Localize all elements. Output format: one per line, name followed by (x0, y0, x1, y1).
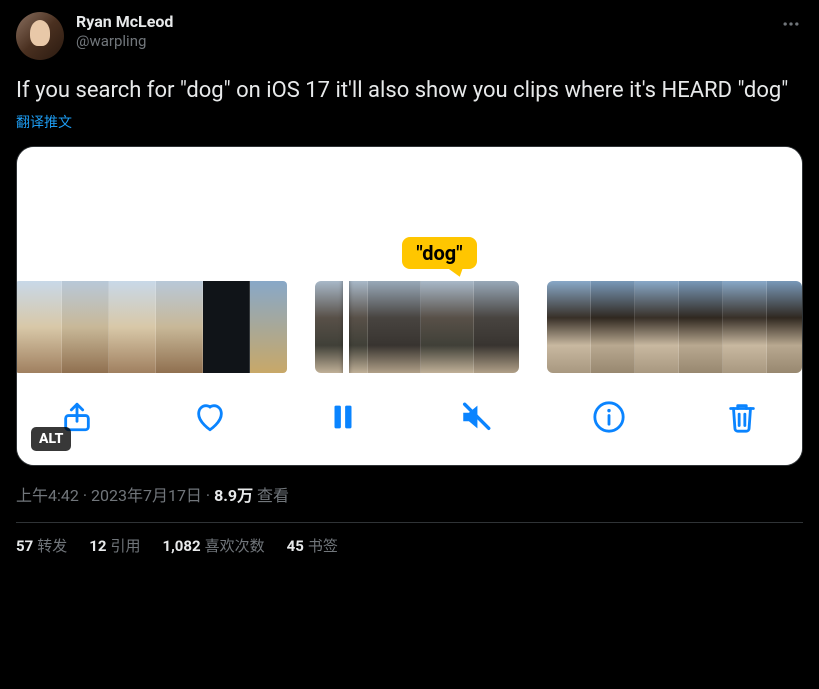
divider (16, 522, 803, 523)
timeline-frame (203, 281, 250, 373)
pause-icon[interactable] (323, 397, 363, 437)
timeline-frame (591, 281, 635, 373)
media-blank-area (17, 147, 802, 237)
search-term-tooltip: "dog" (402, 237, 476, 269)
tweet-time: 上午4:42 (16, 486, 79, 505)
tweet-date: 2023年7月17日 (91, 486, 202, 505)
timeline-frame (315, 281, 368, 373)
timeline-frame (767, 281, 802, 373)
tweet-stats: 57转发 12引用 1,082喜欢次数 45书签 (16, 535, 803, 556)
stat-quotes[interactable]: 12引用 (89, 535, 140, 556)
views-label: 查看 (257, 486, 289, 505)
timeline-frame (368, 281, 421, 373)
timeline-frame (156, 281, 203, 373)
playhead[interactable] (343, 281, 349, 373)
media-card[interactable]: "dog" (16, 146, 803, 466)
clip-group[interactable] (16, 281, 287, 373)
views-count: 8.9万 (214, 486, 253, 505)
tweet-text: If you search for "dog" on iOS 17 it'll … (16, 76, 803, 106)
user-handle: @warpling (76, 32, 173, 51)
timeline-frame (16, 281, 62, 373)
stat-bookmarks[interactable]: 45书签 (287, 535, 338, 556)
user-block[interactable]: Ryan McLeod @warpling (76, 12, 173, 51)
timeline-frame (635, 281, 679, 373)
tweet: Ryan McLeod @warpling If you search for … (0, 0, 819, 568)
stat-likes[interactable]: 1,082喜欢次数 (162, 535, 264, 556)
tweet-meta[interactable]: 上午4:42 · 2023年7月17日 · 8.9万 查看 (16, 482, 803, 506)
video-timeline[interactable] (17, 281, 802, 373)
timeline-frame (723, 281, 767, 373)
timeline-frame (250, 281, 287, 373)
translate-link[interactable]: 翻译推文 (16, 112, 803, 132)
tooltip-wrap: "dog" (17, 237, 802, 281)
timeline-frame (62, 281, 109, 373)
timeline-frame (421, 281, 474, 373)
info-icon[interactable] (589, 397, 629, 437)
mute-icon[interactable] (456, 397, 496, 437)
alt-badge[interactable]: ALT (31, 427, 71, 451)
timeline-frame (547, 281, 591, 373)
clip-group[interactable] (547, 281, 802, 373)
tweet-header: Ryan McLeod @warpling (16, 12, 803, 60)
media-toolbar (17, 373, 802, 465)
more-icon[interactable] (779, 12, 803, 36)
timeline-frame (679, 281, 723, 373)
trash-icon[interactable] (722, 397, 762, 437)
clip-group[interactable] (315, 281, 519, 373)
timeline-frame (109, 281, 156, 373)
timeline-frame (474, 281, 519, 373)
stat-retweets[interactable]: 57转发 (16, 535, 67, 556)
heart-icon[interactable] (190, 397, 230, 437)
avatar[interactable] (16, 12, 64, 60)
display-name: Ryan McLeod (76, 12, 173, 32)
